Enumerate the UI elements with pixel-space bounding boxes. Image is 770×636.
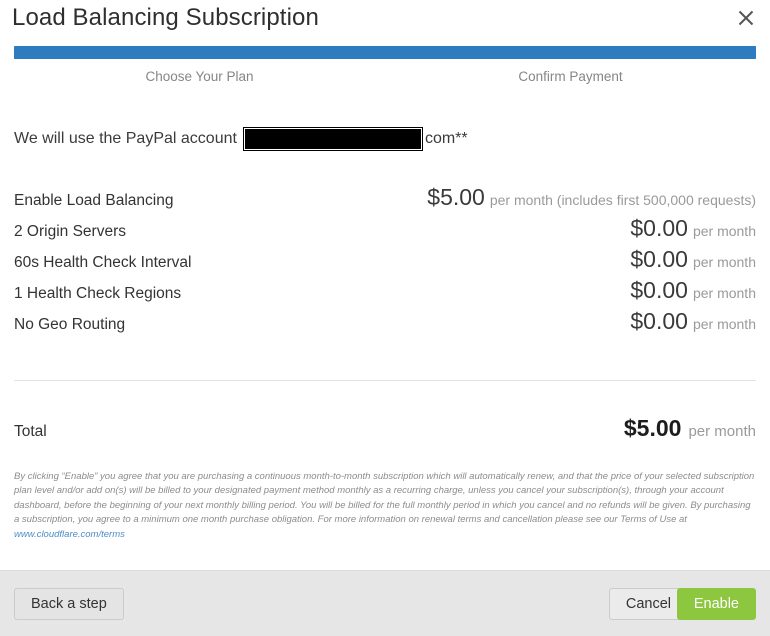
line-item: 2 Origin Servers $0.00 per month	[14, 215, 756, 246]
total-row: Total $5.00 per month	[14, 415, 756, 442]
total-price: $5.00 per month	[624, 415, 756, 442]
legal-fine-print: By clicking “Enable” you agree that you …	[14, 470, 756, 542]
redacted-email-box	[242, 127, 423, 151]
line-item-price: $0.00 per month	[630, 277, 756, 304]
total-divider	[14, 380, 756, 381]
line-item-price: $0.00 per month	[630, 308, 756, 335]
line-item-price: $5.00 per month (includes first 500,000 r…	[427, 184, 756, 211]
step-label-row: Choose Your Plan Confirm Payment	[14, 69, 756, 84]
line-item-amount: $0.00	[630, 308, 688, 334]
line-item-period: per month	[692, 316, 756, 332]
line-item-amount: $5.00	[427, 184, 485, 210]
modal-footer: Back a step Cancel Enable	[0, 570, 770, 636]
stepper: Choose Your Plan Confirm Payment	[14, 46, 756, 84]
line-item-name: Enable Load Balancing	[14, 192, 174, 209]
paypal-account-prefix: We will use the PayPal account	[14, 130, 237, 147]
line-item-period: per month	[692, 254, 756, 270]
step-confirm-payment[interactable]: Confirm Payment	[385, 69, 756, 84]
back-a-step-button[interactable]: Back a step	[14, 588, 124, 620]
total-amount: $5.00	[623, 415, 682, 441]
total-period: per month	[688, 423, 756, 440]
modal-body: We will use the PayPal account com** Ena…	[0, 127, 770, 542]
line-item-amount: $0.00	[630, 277, 688, 303]
close-icon[interactable]	[732, 4, 760, 32]
line-item: Enable Load Balancing $5.00 per month (inc…	[14, 184, 756, 215]
line-item: 1 Health Check Regions $0.00 per month	[14, 277, 756, 308]
enable-button[interactable]: Enable	[676, 588, 756, 620]
line-item-price: $0.00 per month	[630, 215, 756, 242]
step-choose-your-plan[interactable]: Choose Your Plan	[14, 69, 385, 84]
line-item-price: $0.00 per month	[630, 246, 756, 273]
line-item-name: 1 Health Check Regions	[14, 285, 182, 302]
line-item-amount: $0.00	[630, 215, 688, 241]
line-item-period: per month	[692, 285, 756, 301]
total-label: Total	[14, 423, 47, 440]
line-item-period: per month	[692, 223, 756, 239]
subscription-modal: Load Balancing Subscription Choose Your …	[0, 0, 770, 636]
line-item: No Geo Routing $0.00 per month	[14, 308, 756, 339]
page-title: Load Balancing Subscription	[12, 4, 319, 31]
legal-text: By clicking “Enable” you agree that you …	[14, 471, 755, 526]
line-item-name: 2 Origin Servers	[14, 223, 126, 240]
progress-bar-track	[14, 46, 756, 59]
line-item-name: No Geo Routing	[14, 316, 126, 333]
paypal-account-line: We will use the PayPal account com**	[14, 127, 756, 151]
terms-of-use-link[interactable]: www.cloudflare.com/terms	[14, 529, 125, 540]
line-item-list: Enable Load Balancing $5.00 per month (inc…	[14, 184, 756, 339]
line-item-name: 60s Health Check Interval	[14, 254, 192, 271]
line-item-amount: $0.00	[630, 246, 688, 272]
paypal-account-suffix: com**	[424, 130, 468, 147]
progress-bar-fill	[14, 46, 756, 59]
line-item-period: per month (includes first 500,000 reques…	[489, 192, 756, 208]
modal-header: Load Balancing Subscription	[0, 0, 770, 46]
line-item: 60s Health Check Interval $0.00 per month	[14, 246, 756, 277]
